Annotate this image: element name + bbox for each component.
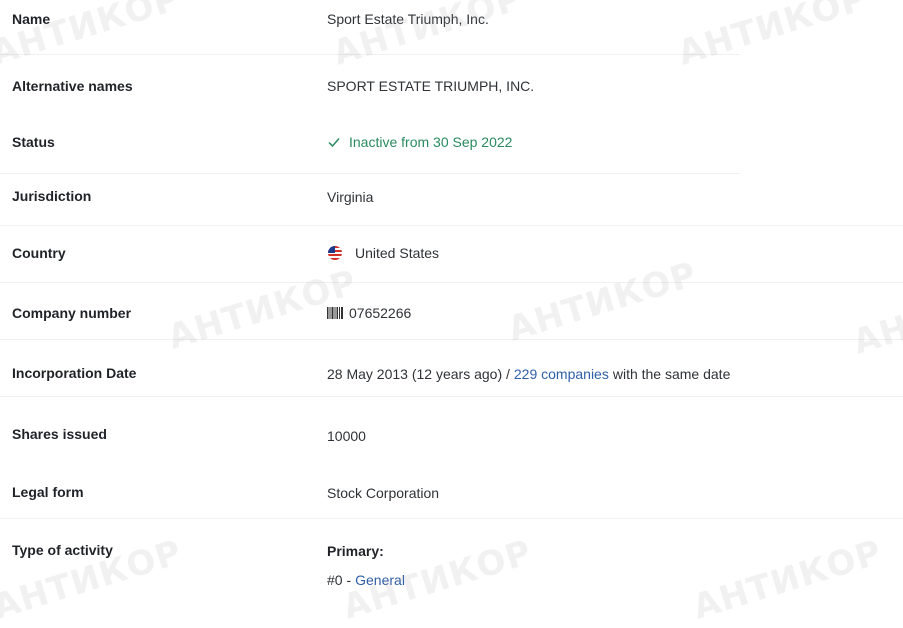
row-incorporation-date: Incorporation Date 28 May 2013 (12 years…	[0, 340, 903, 397]
name-value: Sport Estate Triumph, Inc.	[327, 11, 489, 27]
incorporation-date-text: 28 May 2013 (12 years ago) /	[327, 366, 510, 382]
jurisdiction-value: Virginia	[327, 189, 374, 205]
company-number-label: Company number	[12, 305, 132, 321]
country-text: United States	[355, 245, 440, 261]
activity-code: #0 -	[327, 572, 352, 588]
alternative-names-value: SPORT ESTATE TRIUMPH, INC.	[327, 78, 535, 94]
primary-activity-heading: Primary:	[327, 543, 384, 559]
legal-form-label: Legal form	[12, 484, 84, 500]
country-value: United States	[327, 245, 439, 261]
barcode-icon	[327, 307, 343, 319]
row-alternative-names: Alternative names SPORT ESTATE TRIUMPH, …	[0, 55, 903, 112]
row-jurisdiction: Jurisdiction Virginia	[0, 169, 903, 226]
legal-form-value: Stock Corporation	[327, 485, 440, 501]
activity-code-value: #0 - General	[327, 572, 409, 588]
status-label: Status	[12, 134, 55, 150]
row-legal-form: Legal form Stock Corporation	[0, 454, 903, 519]
same-date-companies-link[interactable]: 229 companies	[514, 366, 609, 382]
us-flag-icon	[328, 246, 342, 260]
country-label: Country	[12, 245, 66, 261]
row-company-number: Company number 07652266	[0, 283, 903, 340]
row-shares-issued: Shares issued 10000	[0, 397, 903, 454]
row-type-of-activity: Type of activity Primary: #0 - General	[0, 531, 903, 593]
status-value: Inactive from 30 Sep 2022	[327, 134, 512, 150]
name-label: Name	[12, 11, 51, 27]
activity-general-link[interactable]: General	[355, 572, 405, 588]
incorporation-date-label: Incorporation Date	[12, 365, 137, 381]
check-icon	[328, 138, 340, 148]
row-status: Status Inactive from 30 Sep 2022	[0, 112, 903, 174]
shares-issued-label: Shares issued	[12, 426, 107, 442]
row-country: Country United States	[0, 226, 903, 283]
incorporation-date-suffix: with the same date	[612, 366, 731, 382]
jurisdiction-label: Jurisdiction	[12, 188, 92, 204]
shares-issued-value: 10000	[327, 428, 366, 444]
row-name: Name Sport Estate Triumph, Inc.	[0, 0, 903, 55]
type-of-activity-label: Type of activity	[12, 542, 113, 558]
incorporation-date-value: 28 May 2013 (12 years ago) / 229 compani…	[327, 366, 730, 382]
status-text: Inactive from 30 Sep 2022	[349, 134, 513, 150]
row-divider	[0, 518, 903, 519]
company-number-value: 07652266	[327, 305, 411, 321]
company-number-text: 07652266	[349, 305, 412, 321]
alternative-names-label: Alternative names	[12, 78, 133, 94]
